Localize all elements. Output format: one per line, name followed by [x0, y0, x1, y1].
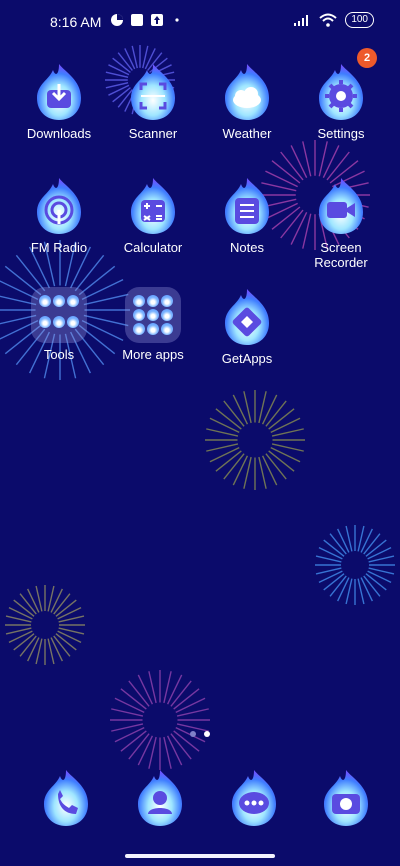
status-right-icons: 100 [293, 12, 374, 28]
getapps-icon [225, 289, 269, 345]
battery-indicator: 100 [345, 12, 374, 28]
app-label-more-apps: More apps [122, 347, 184, 362]
screen-recorder-icon [319, 178, 363, 234]
scanner-icon [131, 64, 175, 120]
weather-icon [225, 64, 269, 120]
status-time: 8:16 AM [50, 14, 102, 30]
app-label-getapps: GetApps [221, 351, 273, 366]
app-label-fm-radio: FM Radio [30, 240, 88, 255]
app-fm-radio[interactable]: FM Radio [12, 176, 106, 255]
fm-radio-icon [37, 178, 81, 234]
app-notes[interactable]: Notes [200, 176, 294, 255]
app-label-settings: Settings [317, 126, 365, 141]
folder-more-apps[interactable]: More apps [106, 287, 200, 362]
contacts-icon [138, 770, 182, 826]
messages-icon [232, 770, 276, 826]
dock-messages[interactable] [224, 768, 284, 828]
upload-notification-icon [151, 14, 163, 26]
page-dot-1[interactable] [190, 731, 196, 737]
firework-burst [0, 45, 395, 770]
app-label-notes: Notes [230, 240, 264, 255]
app-downloads[interactable]: Downloads [12, 62, 106, 141]
dock-phone[interactable] [36, 768, 96, 828]
tools-folder-icon [31, 287, 87, 343]
app-label-screen-recorder: Screen Recorder [314, 240, 368, 270]
app-getapps[interactable]: GetApps [200, 287, 294, 366]
signal-icon [294, 15, 309, 26]
wifi-icon [319, 13, 337, 27]
app-label-downloads: Downloads [26, 126, 92, 141]
app-label-calculator: Calculator [123, 240, 183, 255]
folder-tools[interactable]: Tools [12, 287, 106, 362]
status-bar: 8:16 AM 100 [0, 0, 400, 44]
dock-camera[interactable] [316, 768, 376, 828]
app-weather[interactable]: Weather [200, 62, 294, 141]
home-gesture-bar[interactable] [125, 854, 275, 858]
status-left-icons [110, 13, 184, 27]
app-label-tools: Tools [43, 347, 75, 362]
app-screen-recorder[interactable]: Screen Recorder [294, 176, 388, 270]
page-dot-2-active[interactable] [204, 731, 210, 737]
app-settings[interactable]: 2 Settings [294, 48, 388, 141]
downloads-icon [37, 64, 81, 120]
dock-contacts[interactable] [130, 768, 190, 828]
page-indicator[interactable] [0, 731, 400, 737]
app-scanner[interactable]: Scanner [106, 62, 200, 141]
more-apps-folder-icon [125, 287, 181, 343]
settings-notification-badge: 2 [357, 48, 377, 68]
data-saver-icon [111, 14, 123, 26]
dot-indicator-icon [175, 18, 179, 22]
phone-icon [44, 770, 88, 826]
camera-icon [324, 770, 368, 826]
settings-icon [319, 64, 363, 120]
calculator-icon [131, 178, 175, 234]
app-calculator[interactable]: Calculator [106, 176, 200, 255]
notes-icon [225, 178, 269, 234]
square-notification-icon [131, 14, 143, 26]
app-label-scanner: Scanner [128, 126, 178, 141]
app-label-weather: Weather [222, 126, 272, 141]
